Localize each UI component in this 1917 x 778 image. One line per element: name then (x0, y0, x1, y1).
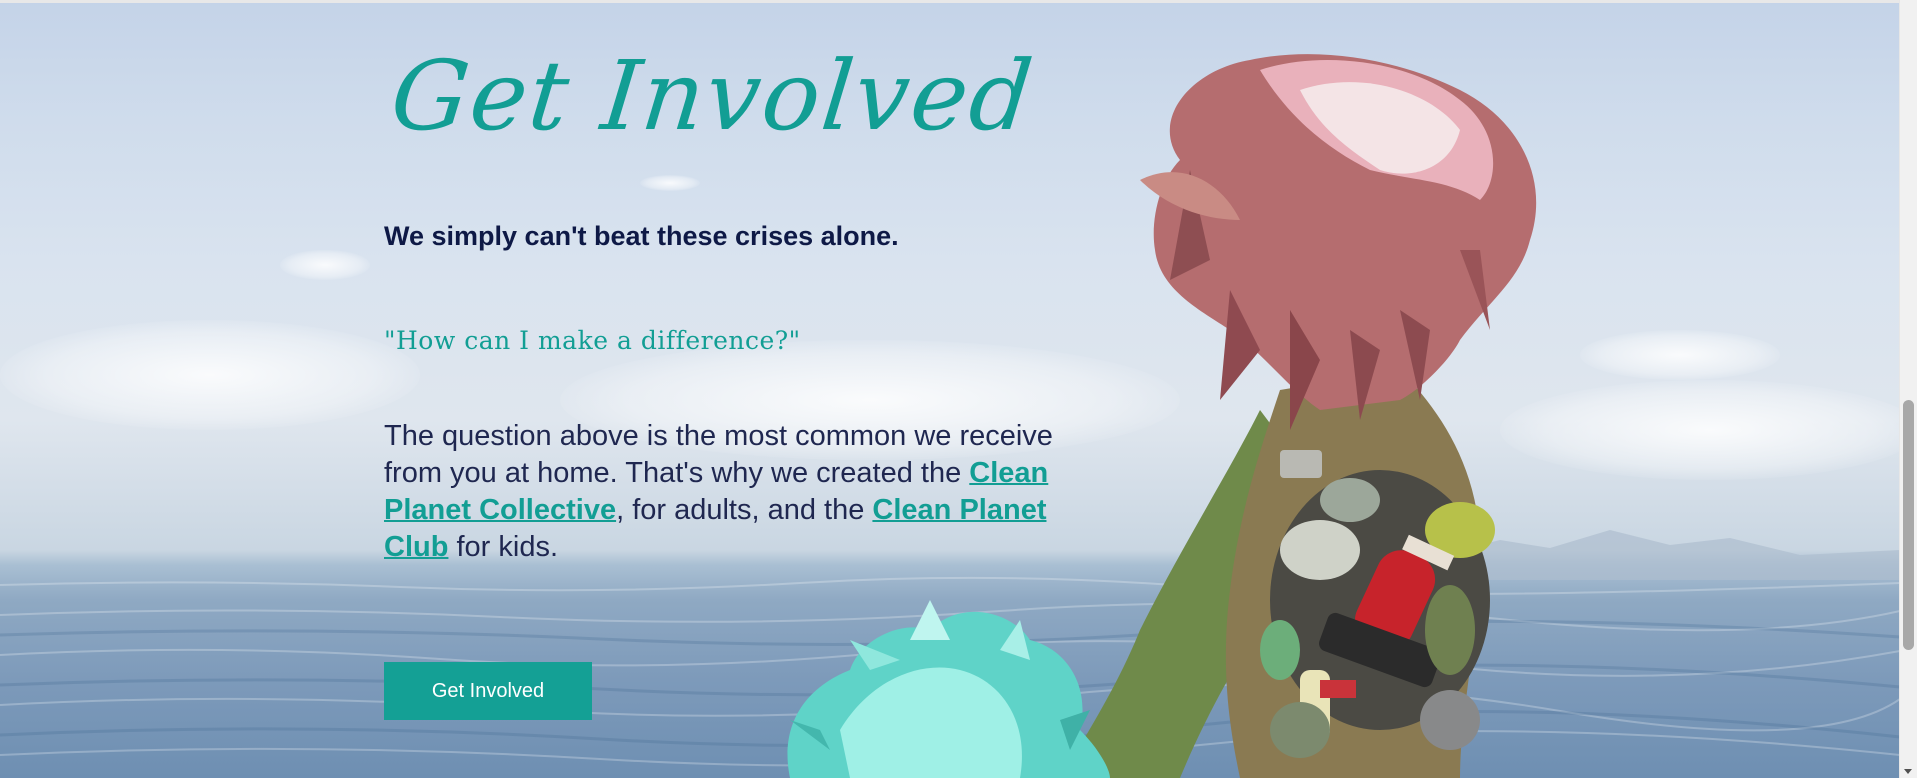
paragraph-text: The question above is the most common we… (384, 420, 1053, 489)
cloud (640, 175, 700, 191)
section-subtitle: We simply can't beat these crises alone. (384, 221, 899, 251)
intro-paragraph: The question above is the most common we… (384, 418, 1104, 566)
chevron-down-icon[interactable] (1904, 769, 1912, 774)
cloud (1500, 380, 1917, 480)
cloud (280, 250, 370, 280)
top-divider (0, 0, 1917, 3)
cloud (1580, 330, 1780, 380)
page: Get Involved We simply can't beat these … (0, 0, 1917, 778)
get-involved-button[interactable]: Get Involved (384, 662, 592, 720)
question-quote: "How can I make a difference?" (384, 326, 801, 355)
cloud (0, 320, 420, 430)
paragraph-text: for kids. (448, 531, 559, 563)
paragraph-text: , for adults, and the (616, 494, 873, 526)
page-title: Get Involved (386, 40, 1040, 152)
scrollbar-thumb[interactable] (1903, 400, 1914, 650)
page-scrollbar[interactable] (1899, 0, 1917, 778)
